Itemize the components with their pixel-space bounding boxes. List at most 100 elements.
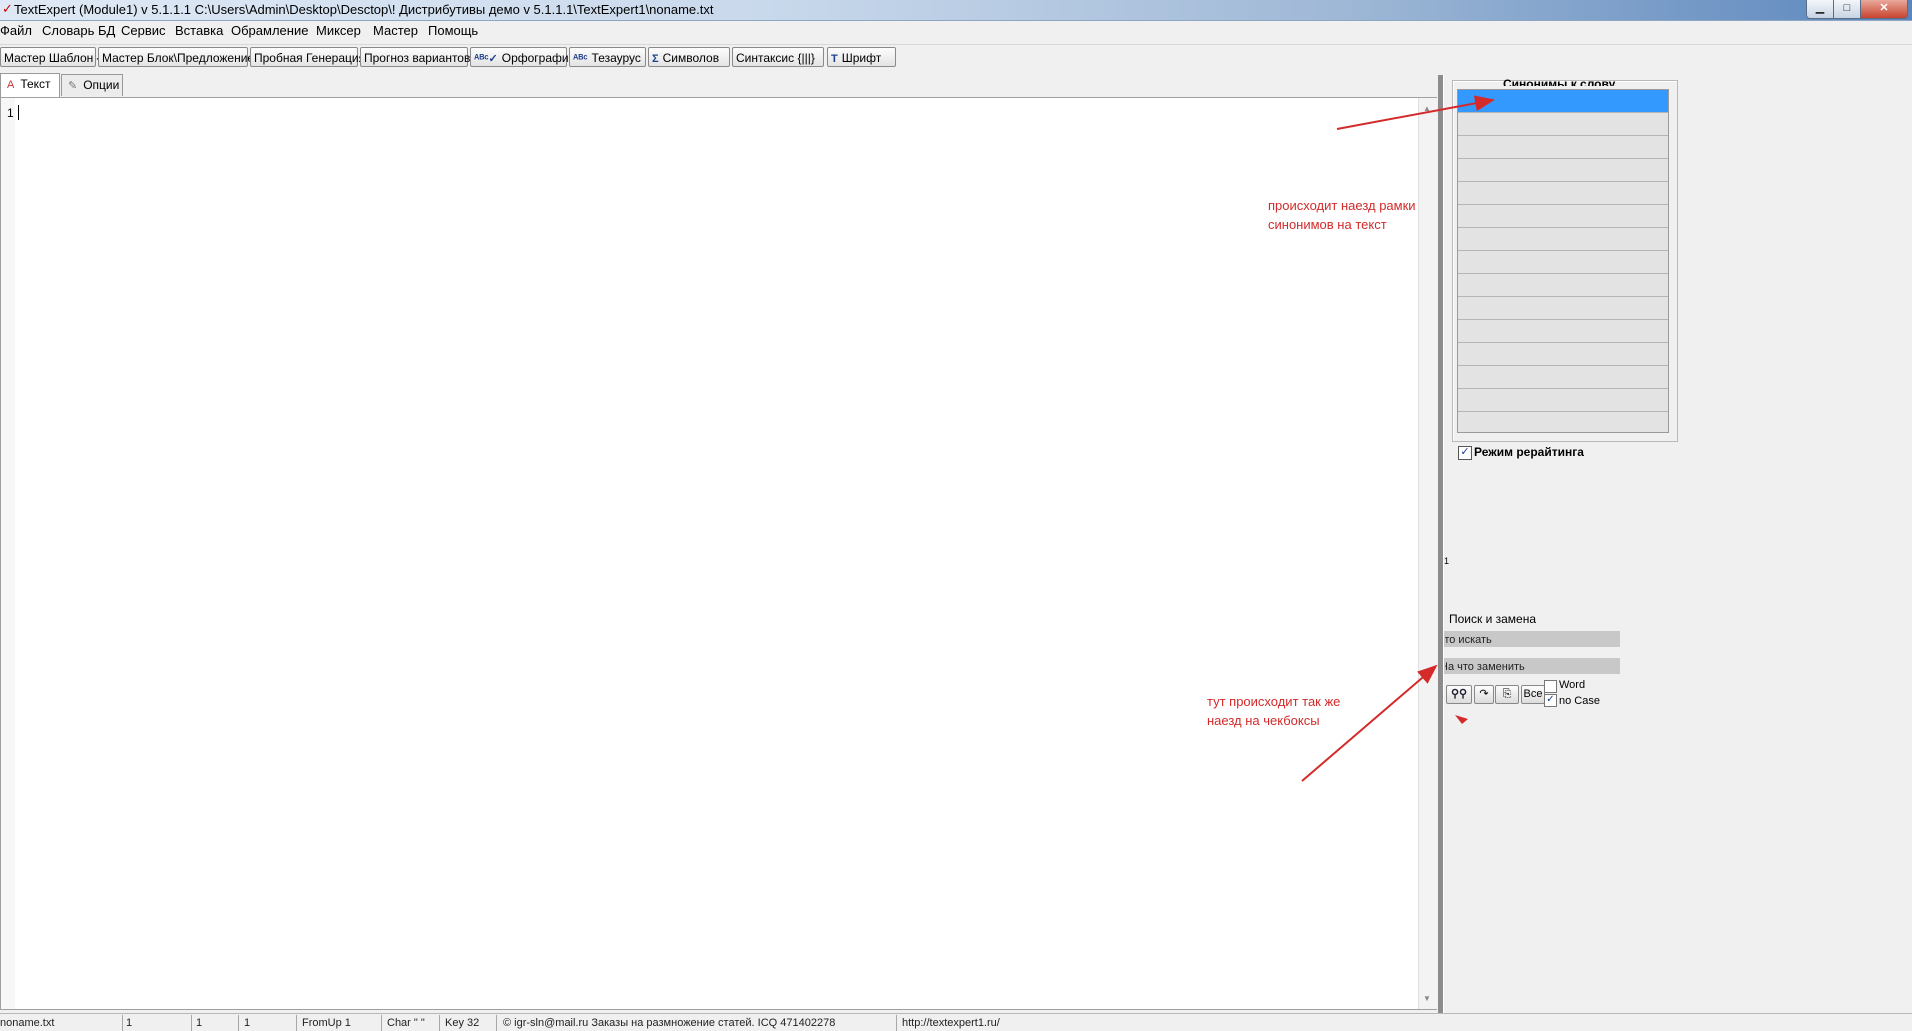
symbols-label: Символов [662, 51, 720, 65]
menu-insert[interactable]: Вставка [175, 23, 223, 39]
replace-button[interactable]: ↷ [1474, 685, 1494, 704]
thesaurus-icon: ᴬᴮᶜ [573, 53, 588, 65]
search-replace-title: Поиск и замена [1449, 612, 1537, 626]
small-red-marker [1455, 715, 1468, 724]
synonym-row[interactable] [1458, 274, 1668, 297]
synonym-row[interactable] [1458, 251, 1668, 274]
tab-options[interactable]: ✎ Опции [61, 74, 123, 96]
copy-button[interactable]: ⎘ [1495, 685, 1519, 704]
status-line: 1 [126, 1017, 133, 1029]
sigma-icon: Σ [652, 53, 659, 65]
syntax-button[interactable]: Синтаксис {|||} [732, 47, 824, 67]
panel-edge [1443, 75, 1444, 1013]
app-checkmark-icon: ✓ [2, 1, 13, 16]
status-contact: © igr-sln@mail.ru Заказы на размножение … [503, 1017, 836, 1029]
case-label: no Case [1559, 695, 1600, 707]
find-input[interactable]: Что искать [1444, 631, 1620, 647]
annotation-top-line1: происходит наезд рамки [1268, 198, 1416, 213]
text-editor[interactable]: 1 ▲ ▼ [0, 97, 1437, 1010]
menu-framing[interactable]: Обрамление [231, 23, 308, 39]
text-caret [18, 105, 19, 120]
close-button[interactable]: ✕ [1860, 0, 1908, 19]
line-number: 1 [7, 106, 14, 120]
synonym-row[interactable] [1458, 320, 1668, 343]
synonym-row[interactable] [1458, 297, 1668, 320]
synonym-row[interactable] [1458, 205, 1668, 228]
status-url[interactable]: http://textexpert1.ru/ [902, 1017, 1000, 1029]
rewrite-mode-label: Режим рерайтинга [1474, 445, 1584, 459]
status-char: Char " " [387, 1017, 425, 1029]
block-sentence-wizard-button[interactable]: Мастер Блок\Предложение [98, 47, 254, 67]
spelling-button[interactable]: ᴬᴮᶜ✓ Орфография [470, 47, 575, 67]
font-icon: T [831, 53, 838, 65]
status-bar: noname.txt 1 1 1 FromUp 1 Char " " Key 3… [0, 1013, 1912, 1031]
symbols-button[interactable]: Σ Символов [648, 47, 730, 67]
menu-dictionary-db[interactable]: Словарь БД [42, 23, 115, 39]
synonym-row[interactable] [1458, 228, 1668, 251]
block-sentence-wizard-label: Мастер Блок\Предложение [102, 51, 255, 65]
minimize-button[interactable]: ▁ [1806, 0, 1834, 19]
synonym-row[interactable] [1458, 113, 1668, 136]
annotation-top-line2: синонимов на текст [1268, 217, 1387, 232]
annotation-overlap-synonyms: происходит наезд рамки синонимов на текс… [1268, 196, 1416, 234]
status-file: noname.txt [0, 1017, 55, 1029]
menu-help[interactable]: Помощь [428, 23, 478, 39]
redo-arrow-icon: ↷ [1479, 688, 1489, 700]
thesaurus-label: Тезаурус [591, 51, 641, 65]
menu-mixer[interactable]: Миксер [316, 23, 361, 39]
tab-text[interactable]: A Текст [0, 73, 60, 97]
status-column: 1 [196, 1017, 203, 1029]
replace-placeholder: На что заменить [1444, 661, 1525, 673]
copy-icon: ⎘ [1502, 688, 1512, 700]
menu-service[interactable]: Сервис [121, 23, 166, 39]
scroll-up-icon[interactable]: ▲ [1423, 104, 1431, 113]
tab-text-label: Текст [20, 77, 51, 91]
forecast-variants-label: Прогноз вариантов [364, 51, 471, 65]
synonym-row[interactable] [1458, 366, 1668, 389]
trial-generation-label: Пробная Генерация [254, 51, 366, 65]
thesaurus-button[interactable]: ᴬᴮᶜ Тезаурус [569, 47, 646, 67]
status-position: 1 [244, 1017, 251, 1029]
toolbar: Мастер Шаблон {|} Мастер Блок\Предложени… [0, 44, 1912, 71]
synonyms-group: Синонимы к слову [1452, 77, 1678, 442]
tools-icon: ✎ [68, 80, 78, 92]
scroll-down-icon[interactable]: ▼ [1423, 994, 1431, 1003]
synonym-row[interactable] [1458, 182, 1668, 205]
maximize-button[interactable]: □ [1833, 0, 1861, 19]
synonym-row-selected[interactable] [1458, 90, 1668, 113]
binoculars-icon: ⚲⚲ [1450, 688, 1468, 700]
synonym-row[interactable] [1458, 343, 1668, 366]
template-wizard-button[interactable]: Мастер Шаблон {|} [0, 47, 108, 67]
synonyms-title: Синонимы к слову [1503, 77, 1616, 86]
synonyms-list[interactable] [1457, 89, 1669, 433]
font-button[interactable]: T Шрифт [827, 47, 896, 67]
window-title: TextExpert (Module1) v 5.1.1.1 C:\Users\… [14, 2, 714, 17]
tab-options-label: Опции [83, 78, 120, 92]
word-checkbox[interactable] [1544, 680, 1557, 693]
menu-wizard[interactable]: Мастер [373, 23, 418, 39]
template-wizard-label: Мастер Шаблон {|} [4, 51, 108, 65]
text-tab-icon: A [7, 79, 15, 91]
case-checkbox[interactable]: ✓ [1544, 694, 1557, 707]
annotation-bottom-line1: тут происходит так же [1207, 694, 1341, 709]
title-bar: ✓ TextExpert (Module1) v 5.1.1.1 C:\User… [0, 0, 1912, 21]
trial-generation-button[interactable]: Пробная Генерация [250, 47, 365, 67]
synonym-row[interactable] [1458, 136, 1668, 159]
word-label: Word [1559, 679, 1586, 691]
forecast-variants-button[interactable]: Прогноз вариантов [360, 47, 471, 67]
spellcheck-icon: ᴬᴮᶜ✓ [474, 53, 498, 65]
synonym-row[interactable] [1458, 412, 1668, 432]
rewrite-mode-checkbox[interactable]: ✓ [1458, 446, 1472, 460]
status-key: Key 32 [445, 1017, 480, 1029]
synonym-row[interactable] [1458, 389, 1668, 412]
annotation-overlap-checkboxes: тут происходит так же наезд на чекбоксы [1207, 692, 1340, 730]
replace-all-button[interactable]: Все [1521, 685, 1545, 704]
replace-input[interactable]: На что заменить [1444, 658, 1620, 674]
status-fromup: FromUp 1 [302, 1017, 351, 1029]
vertical-scrollbar[interactable]: ▲ ▼ [1418, 98, 1437, 1009]
menu-file[interactable]: Файл [0, 23, 32, 39]
find-button[interactable]: ⚲⚲ [1446, 685, 1472, 704]
menu-bar: Файл Словарь БД Сервис Вставка Обрамлени… [0, 21, 1912, 41]
syntax-label: Синтаксис {|||} [736, 51, 815, 65]
synonym-row[interactable] [1458, 159, 1668, 182]
